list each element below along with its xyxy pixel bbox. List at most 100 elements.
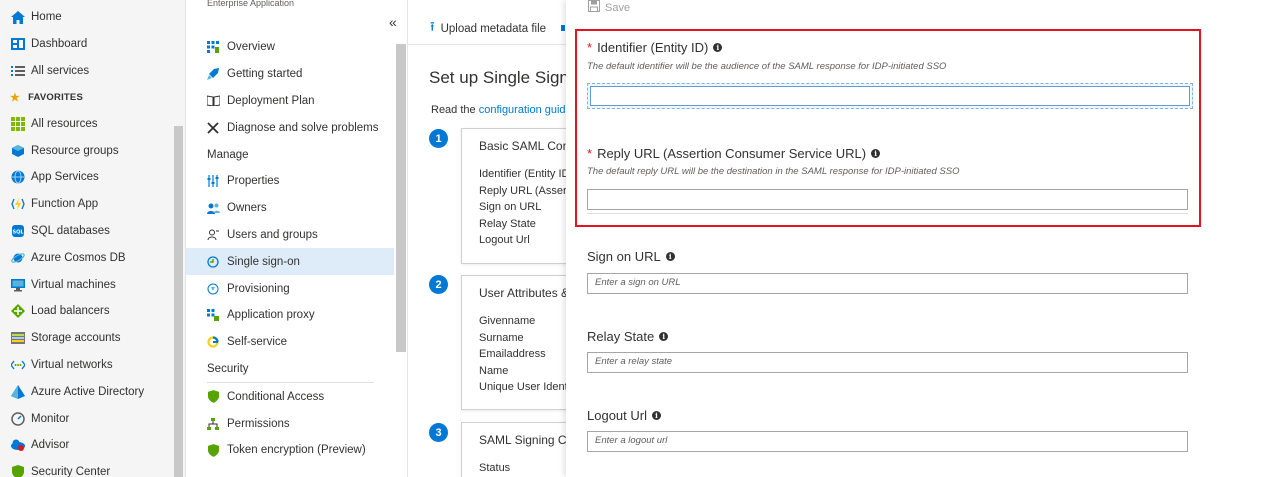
identifier-input[interactable] [590, 86, 1190, 106]
info-icon[interactable]: i [665, 252, 675, 261]
nav-item-storage-accounts[interactable]: Storage accounts [0, 325, 185, 352]
menu-item-self-service[interactable]: Self-service [186, 329, 394, 356]
menu-item-deployment-plan[interactable]: Deployment Plan [186, 88, 394, 115]
menu-item-overview[interactable]: Overview [186, 34, 394, 61]
relay-state-input[interactable]: Enter a relay state [587, 352, 1188, 373]
nav-item-app-services[interactable]: App Services [0, 164, 185, 191]
people-icon [206, 201, 220, 215]
upload-metadata-button[interactable]: ⭱ Upload metadata file [430, 18, 546, 40]
command-bar: ⭱ Upload metadata file [408, 15, 568, 45]
menu-item-properties[interactable]: Properties [186, 168, 394, 195]
manage-section-header: Manage [207, 148, 249, 161]
reply-url-input[interactable] [587, 189, 1188, 210]
gauge-icon [10, 411, 26, 427]
menu-item-getting-started[interactable]: Getting started [186, 61, 394, 88]
shield-icon [10, 464, 26, 477]
nav-item-virtual-networks[interactable]: Virtual networks [0, 352, 185, 379]
menu-item-permissions[interactable]: Permissions [186, 410, 394, 437]
field-separator [587, 213, 1188, 214]
card-row: Emailaddress [479, 348, 546, 360]
nav-item-azure-active-directory[interactable]: Azure Active Directory [0, 378, 185, 405]
card-row: Reply URL (Assertio [479, 185, 568, 197]
card-row: Sign on URL [479, 201, 542, 213]
card-title: Basic SAML Confi [479, 139, 568, 153]
favorites-header: ★ FAVORITES [10, 91, 83, 104]
save-button[interactable]: Save [588, 0, 630, 15]
sql-icon: SQL [10, 223, 26, 239]
menu-item-users-and-groups[interactable]: Users and groups [186, 222, 394, 249]
shield-icon [206, 390, 220, 404]
card-row: Unique User Identi [479, 381, 568, 393]
main-content: ⭱ Upload metadata file Set up Single Sig… [408, 0, 568, 477]
nav-item-security-center[interactable]: Security Center [0, 459, 185, 477]
svg-text:SQL: SQL [12, 229, 24, 235]
card-title: User Attributes & [479, 286, 568, 300]
resource-menu-scrollbar[interactable] [396, 44, 406, 352]
nav-item-sql-databases[interactable]: SQL SQL databases [0, 218, 185, 245]
menu-item-application-proxy[interactable]: Application proxy [186, 302, 394, 329]
menu-item-owners[interactable]: Owners [186, 195, 394, 222]
grid-icon [10, 116, 26, 132]
rocket-icon [206, 67, 220, 81]
google-icon [206, 335, 220, 349]
sliders-icon [206, 174, 220, 188]
network-icon [10, 357, 26, 373]
globe-icon [10, 169, 26, 185]
identifier-input-wrapper [587, 83, 1193, 109]
menu-item-conditional-access[interactable]: Conditional Access [186, 383, 394, 410]
menu-item-single-sign-on[interactable]: Single sign-on [186, 248, 394, 276]
nav-item-load-balancers[interactable]: Load balancers [0, 298, 185, 325]
list-icon [10, 63, 26, 79]
security-section-header: Security [207, 362, 249, 375]
card-row: Name [479, 365, 509, 377]
monitor-icon [10, 277, 26, 293]
save-icon [588, 0, 600, 15]
card-row: Logout Url [479, 234, 530, 246]
nav-item-advisor[interactable]: Advisor [0, 432, 185, 459]
info-icon[interactable]: i [871, 149, 881, 158]
menu-item-diagnose[interactable]: Diagnose and solve problems [186, 114, 394, 141]
nav-item-resource-groups[interactable]: Resource groups [0, 137, 185, 164]
configuration-guide-link[interactable]: configuration guide [479, 104, 568, 116]
nav-item-home[interactable]: Home [0, 4, 185, 31]
menu-item-provisioning[interactable]: Provisioning [186, 275, 394, 302]
cloud-icon [10, 437, 26, 453]
book-icon [206, 94, 220, 108]
nav-item-virtual-machines[interactable]: Virtual machines [0, 271, 185, 298]
diamond-icon [10, 303, 26, 319]
user-attributes-card[interactable]: User Attributes & Givenname Surname Emai… [461, 275, 568, 410]
logout-url-input[interactable]: Enter a logout url [587, 431, 1188, 452]
left-nav-scrollbar[interactable] [174, 126, 183, 477]
saml-signing-card[interactable]: SAML Signing Ce Status [461, 422, 568, 477]
page-title: Set up Single Sign-O [429, 68, 568, 87]
collapse-menu-button[interactable]: « [389, 14, 397, 30]
resource-menu: Enterprise Application « Overview Gettin… [186, 0, 408, 477]
nav-item-function-app[interactable]: Function App [0, 191, 185, 218]
info-icon[interactable]: i [659, 332, 669, 341]
identifier-help: The default identifier will be the audie… [587, 61, 947, 72]
sign-on-url-input[interactable]: Enter a sign on URL [587, 273, 1188, 294]
nav-item-monitor[interactable]: Monitor [0, 405, 185, 432]
menu-item-token-encryption[interactable]: Token encryption (Preview) [186, 437, 394, 464]
card-row: Status [479, 462, 511, 474]
nav-item-dashboard[interactable]: Dashboard [0, 31, 185, 58]
toolbar-overflow-icon[interactable] [561, 25, 565, 31]
nav-item-cosmos-db[interactable]: Azure Cosmos DB [0, 244, 185, 271]
card-row: Givenname [479, 315, 536, 327]
reply-url-help: The default reply URL will be the destin… [587, 166, 960, 177]
storage-icon [10, 330, 26, 346]
nav-item-all-resources[interactable]: All resources [0, 110, 185, 137]
card-row: Identifier (Entity ID [479, 168, 568, 180]
info-icon[interactable]: i [651, 411, 661, 420]
tree-icon [206, 417, 220, 431]
cube-icon [10, 143, 26, 159]
logout-url-label: Logout Url i [587, 408, 661, 423]
upload-icon: ⭱ [430, 19, 435, 34]
overview-icon [206, 40, 220, 54]
required-asterisk: * [587, 40, 593, 55]
identifier-label: * Identifier (Entity ID) i [587, 40, 723, 55]
nav-item-all-services[interactable]: All services [0, 58, 185, 85]
resource-subtitle: Enterprise Application [207, 0, 295, 8]
info-icon[interactable]: i [713, 43, 723, 52]
basic-saml-card[interactable]: Basic SAML Confi Identifier (Entity ID R… [461, 128, 568, 264]
